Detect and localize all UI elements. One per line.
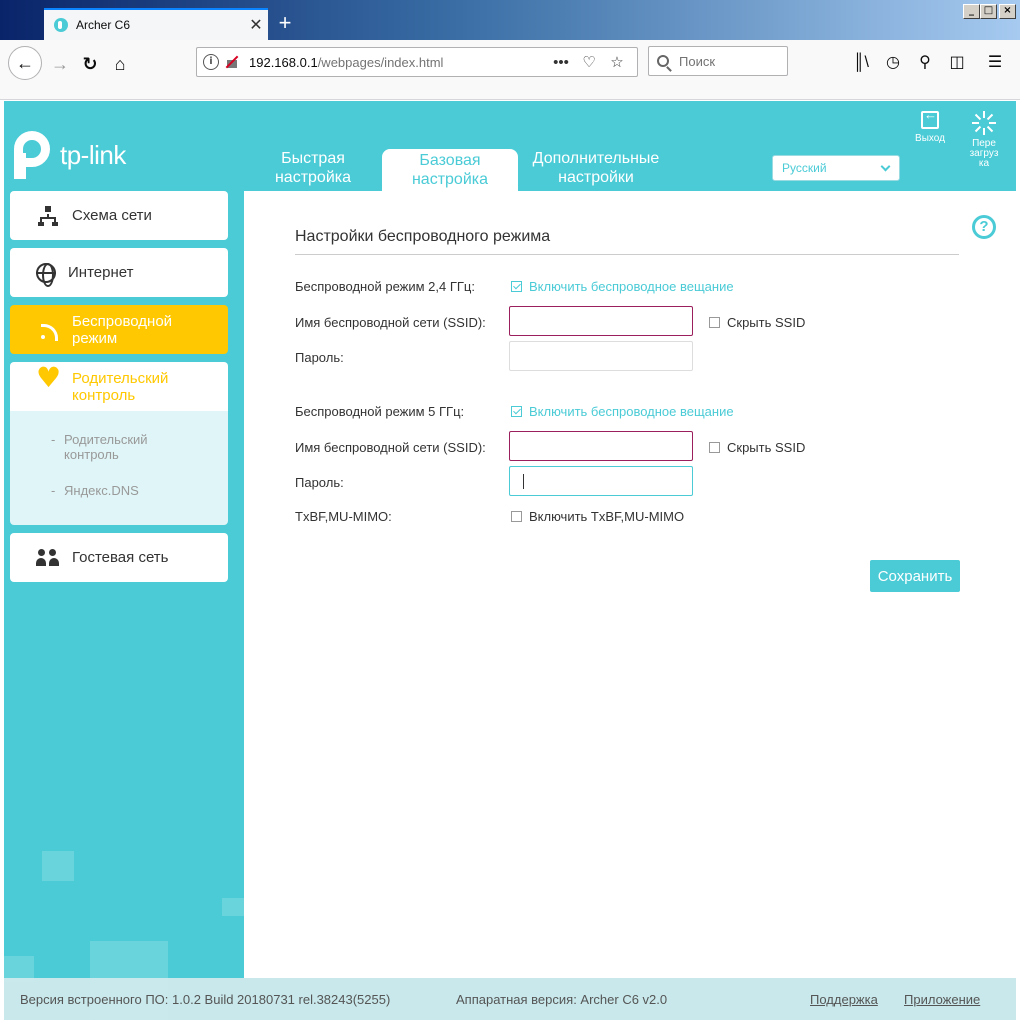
wireless-settings-panel: ? Настройки беспроводного режима Беспров… (244, 191, 1016, 978)
heart-icon (36, 369, 61, 399)
zoom-icon[interactable]: ⚲ (910, 48, 940, 78)
history-icon[interactable]: ◷ (878, 48, 908, 78)
search-icon (657, 55, 669, 67)
reboot-button[interactable]: Пере загруз ка (960, 111, 1008, 169)
tab-close-icon[interactable]: ✕ (244, 15, 268, 35)
txbf-enable-label[interactable]: Включить TxBF,MU-MIMO (529, 509, 684, 524)
help-icon[interactable]: ? (972, 215, 996, 239)
hardware-version: Аппаратная версия: Archer C6 v2.0 (456, 992, 668, 1007)
sidebar-item-network-map[interactable]: Схема сети (10, 191, 228, 240)
txbf-checkbox[interactable] (511, 511, 522, 522)
browser-tab[interactable]: Archer C6 ✕ (44, 8, 268, 40)
browser-navbar: ← → ↻ ⌂ i 192.168.0.1/webpages/index.htm… (0, 40, 1020, 100)
menu-icon[interactable]: ☰ (980, 48, 1010, 78)
band24-ssid-input[interactable] (509, 306, 693, 336)
wireless-icon (36, 318, 60, 342)
pocket-icon[interactable]: ♡ (575, 53, 603, 71)
reload-icon[interactable]: ↻ (74, 48, 106, 80)
maximize-button[interactable]: □ (980, 4, 997, 19)
window-close-button[interactable]: × (999, 4, 1016, 19)
txbf-label: TxBF,MU-MIMO: (295, 509, 392, 524)
sidebar-item-wireless[interactable]: Беспроводной режим (10, 305, 228, 354)
decor-square (222, 898, 244, 916)
tab-basic[interactable]: Базовая настройка (382, 149, 518, 193)
logout-button[interactable]: Выход (906, 110, 954, 144)
tab-title: Archer C6 (76, 18, 131, 32)
band24-hide-ssid-label[interactable]: Скрыть SSID (727, 315, 805, 330)
library-icon[interactable]: ║\ (846, 48, 876, 78)
band5-ssid-label: Имя беспроводной сети (SSID): (295, 440, 486, 455)
tp-link-logo: tp-link (10, 131, 126, 179)
tab-quick-setup[interactable]: Быстрая настройка (252, 149, 374, 191)
language-select[interactable]: Русский (772, 155, 900, 181)
search-input[interactable]: Поиск (648, 46, 788, 76)
site-info-icon[interactable]: i (203, 54, 219, 70)
band24-ssid-label: Имя беспроводной сети (SSID): (295, 315, 486, 330)
band24-hide-ssid-checkbox[interactable] (709, 317, 720, 328)
reboot-icon (972, 111, 996, 135)
support-link[interactable]: Поддержка (810, 992, 878, 1007)
band5-ssid-input[interactable] (509, 431, 693, 461)
bookmark-star-icon[interactable]: ☆ (603, 53, 631, 71)
firmware-version: Версия встроенного ПО: 1.0.2 Build 20180… (20, 992, 391, 1007)
sidebar-subitem-parental-control[interactable]: - Родительский контроль (51, 432, 148, 462)
chevron-down-icon (880, 161, 891, 172)
globe-icon (36, 262, 56, 287)
logout-icon (921, 110, 939, 129)
decor-square (42, 851, 74, 881)
url-bar[interactable]: i 192.168.0.1/webpages/index.html ••• ♡ … (196, 47, 638, 77)
footer: Версия встроенного ПО: 1.0.2 Build 20180… (4, 978, 1016, 1020)
band5-enable-checkbox[interactable] (511, 406, 522, 417)
text-caret (523, 474, 524, 489)
network-map-icon (36, 204, 60, 228)
new-tab-button[interactable]: + (272, 10, 298, 36)
page-actions-icon[interactable]: ••• (547, 54, 575, 71)
band24-label: Беспроводной режим 2,4 ГГц: (295, 279, 475, 294)
band5-enable-label[interactable]: Включить беспроводное вещание (529, 404, 734, 419)
sidebar-item-guest-network[interactable]: Гостевая сеть (10, 533, 228, 582)
browser-titlebar: Archer C6 ✕ + _ □ × (0, 0, 1020, 40)
band24-enable-checkbox[interactable] (511, 281, 522, 292)
save-button[interactable]: Сохранить (870, 560, 960, 592)
tp-link-logo-icon (10, 131, 54, 179)
sidebar-item-internet[interactable]: Интернет (10, 248, 228, 297)
sidebar-subitem-yandex-dns[interactable]: - Яндекс.DNS (51, 483, 139, 498)
insecure-lock-icon (225, 55, 239, 69)
forward-icon[interactable]: → (44, 48, 76, 80)
band24-password-input[interactable] (509, 341, 693, 371)
sidebar-submenu: - Родительский контроль - Яндекс.DNS (10, 411, 228, 525)
url-text[interactable]: 192.168.0.1/webpages/index.html (249, 55, 547, 70)
home-icon[interactable]: ⌂ (104, 48, 136, 80)
band5-hide-ssid-checkbox[interactable] (709, 442, 720, 453)
band5-hide-ssid-label[interactable]: Скрыть SSID (727, 440, 805, 455)
band5-password-input[interactable] (509, 466, 693, 496)
band5-password-label: Пароль: (295, 475, 344, 490)
tab-advanced[interactable]: Дополнительные настройки (520, 149, 672, 191)
reader-icon[interactable]: ◫ (942, 48, 972, 78)
title-divider (295, 254, 959, 255)
tp-link-favicon-icon (54, 18, 68, 32)
band24-password-label: Пароль: (295, 350, 344, 365)
router-admin-page: tp-link Быстрая настройка Базовая настройк… (4, 101, 1016, 1020)
page-title: Настройки беспроводного режима (295, 228, 551, 245)
app-link[interactable]: Приложение (904, 992, 980, 1007)
band24-enable-label[interactable]: Включить беспроводное вещание (529, 279, 734, 294)
minimize-button[interactable]: _ (963, 4, 980, 19)
guest-network-icon (36, 546, 60, 570)
band5-label: Беспроводной режим 5 ГГц: (295, 404, 465, 419)
back-icon[interactable]: ← (8, 46, 42, 80)
sidebar-item-parental-control[interactable]: Родительскийконтроль (10, 362, 228, 411)
